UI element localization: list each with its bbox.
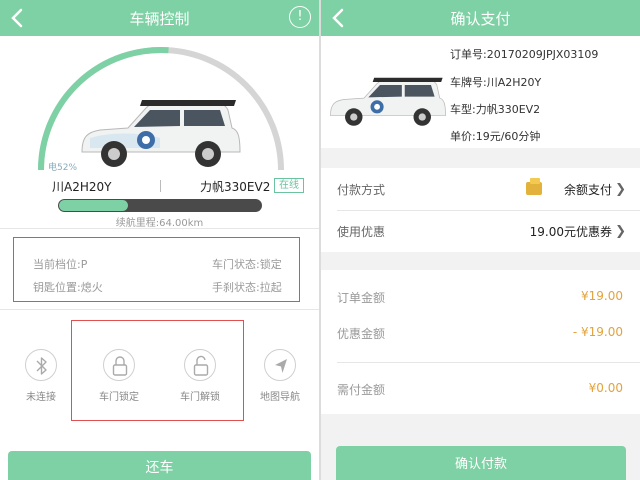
payment-method-row[interactable]: 付款方式 余额支付 ❯ — [321, 168, 640, 210]
discount-label: 使用优惠 — [337, 225, 386, 239]
divider — [0, 228, 319, 229]
payment-method-label: 付款方式 — [337, 183, 386, 197]
header-bar: 确认支付 — [321, 0, 640, 36]
handbrake-status: 手刹状态:拉起 — [212, 281, 282, 294]
map-navigation-label: 地图导航 — [260, 392, 300, 403]
online-status-badge: 在线 — [274, 178, 304, 193]
battery-level-text: 电52% — [48, 163, 78, 173]
key-status: 钥匙位置:熄火 — [33, 281, 103, 294]
map-navigation-button[interactable]: 地图导航 — [245, 349, 315, 403]
lock-icon — [103, 349, 135, 381]
payment-options: 付款方式 余额支付 ❯ 使用优惠 19.00元优惠券 ❯ — [321, 168, 640, 252]
plate-number: 车牌号:川A2H20Y — [450, 76, 542, 89]
door-status: 车门状态:锁定 — [212, 258, 282, 271]
lock-door-label: 车门锁定 — [99, 392, 139, 403]
unlock-door-button[interactable]: 车门解锁 — [165, 349, 235, 403]
bluetooth-button[interactable]: 未连接 — [6, 349, 76, 403]
unlock-icon — [184, 349, 216, 381]
range-bar — [58, 199, 262, 212]
return-car-button[interactable]: 还车 — [8, 451, 311, 480]
page-title: 确认支付 — [450, 10, 511, 28]
header-bar: 车辆控制 ! — [0, 0, 319, 36]
info-icon[interactable]: ! — [289, 6, 311, 28]
battery-gauge — [38, 46, 284, 171]
chevron-right-icon: ❯ — [615, 182, 626, 197]
order-info-card: 订单号:20170209JPJX03109 车牌号:川A2H20Y 车型:力帆3… — [321, 36, 640, 148]
discount-row[interactable]: 使用优惠 19.00元优惠券 ❯ — [321, 210, 640, 252]
page-title: 车辆控制 — [129, 10, 190, 28]
car-model: 力帆330EV2 — [200, 180, 271, 194]
car-model: 车型:力帆330EV2 — [450, 103, 541, 116]
unit-price: 单价:19元/60分钟 — [450, 130, 541, 143]
divider — [337, 362, 640, 363]
divider — [0, 309, 319, 310]
bluetooth-label: 未连接 — [26, 392, 56, 403]
car-image — [81, 100, 241, 167]
amount-due-value: ¥0.00 — [588, 381, 623, 395]
chevron-right-icon: ❯ — [615, 224, 626, 239]
discount-value: 19.00元优惠券 — [529, 225, 612, 239]
discount-total-value: - ¥19.00 — [572, 325, 623, 339]
confirm-payment-button[interactable]: 确认付款 — [336, 446, 626, 480]
amount-summary: 订单金额 ¥19.00 优惠金额 - ¥19.00 需付金额 ¥0.00 — [321, 270, 640, 414]
lock-door-button[interactable]: 车门锁定 — [84, 349, 154, 403]
wallet-coin-icon — [526, 178, 542, 195]
discount-total-label: 优惠金额 — [337, 327, 386, 341]
range-bar-fill — [59, 200, 129, 211]
order-total-label: 订单金额 — [337, 291, 386, 305]
plate-number: 川A2H20Y — [52, 180, 112, 194]
range-text: 续航里程:64.00km — [115, 218, 204, 229]
order-total-value: ¥19.00 — [581, 289, 623, 303]
divider — [160, 180, 161, 192]
order-number: 订单号:20170209JPJX03109 — [450, 48, 599, 61]
amount-due-label: 需付金额 — [337, 383, 386, 397]
payment-method-value: 余额支付 — [563, 183, 612, 197]
unlock-door-label: 车门解锁 — [180, 392, 220, 403]
car-image — [330, 77, 446, 126]
gear-status: 当前档位:P — [33, 258, 88, 271]
bluetooth-icon — [25, 349, 57, 381]
vehicle-control-screen: 车辆控制 ! 电52% 川A2H20Y 力帆330EV2 在线 续航里程:64.… — [0, 0, 319, 480]
navigation-arrow-icon — [264, 349, 296, 381]
confirm-payment-screen: 确认支付 订单号:20170209JPJX03109 车牌号:川A2H20Y 车… — [321, 0, 640, 480]
